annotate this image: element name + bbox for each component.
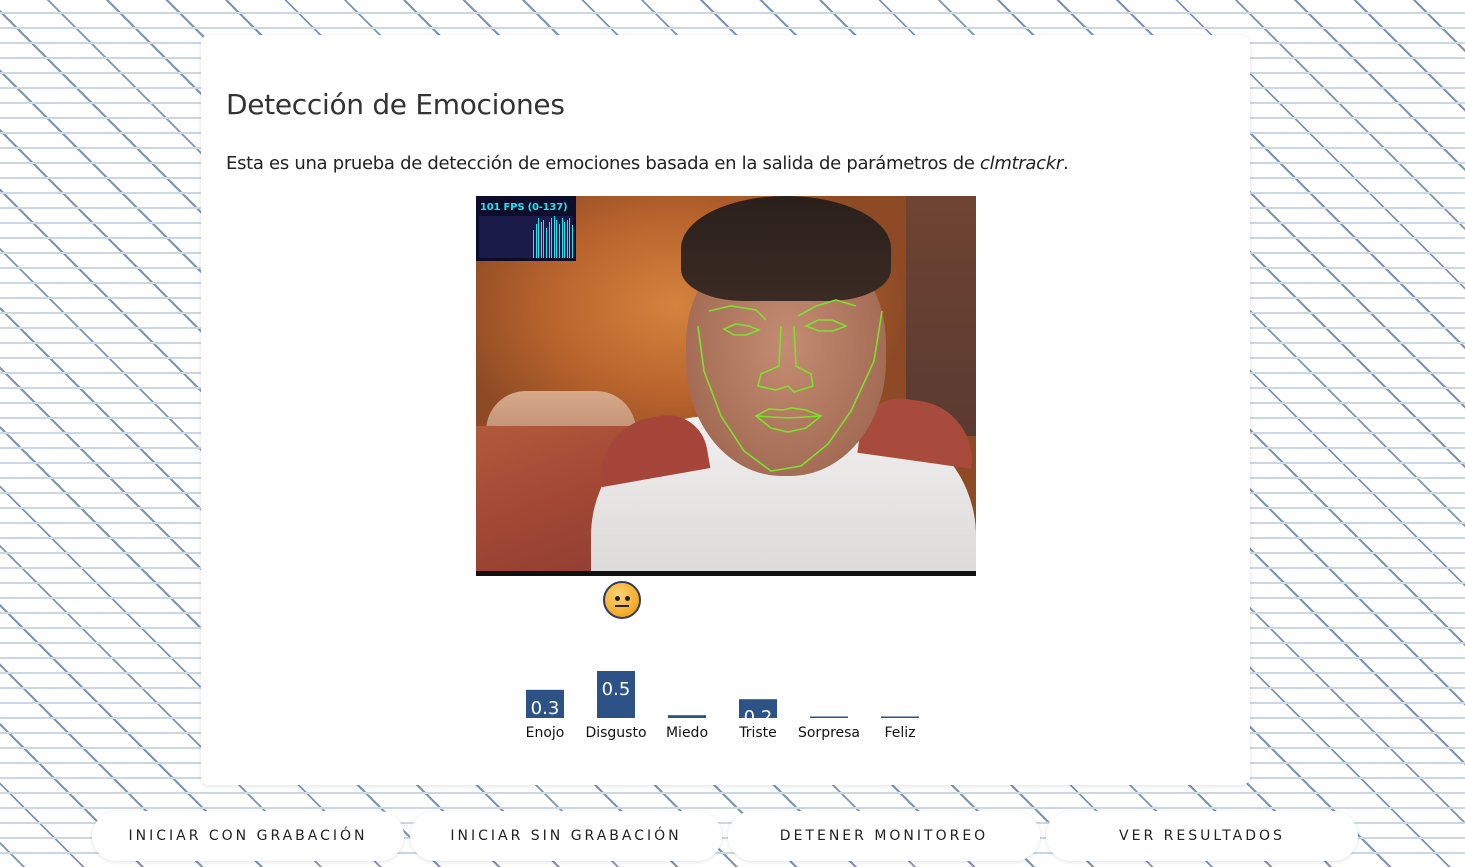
fps-label: 101 FPS (0-137) <box>480 202 568 213</box>
category-label: Enojo <box>526 725 564 741</box>
fps-graph-bar <box>572 225 573 258</box>
webcam-video: 101 FPS (0-137) <box>476 196 976 571</box>
fps-graph-bar <box>564 222 566 258</box>
emoji-mouth <box>615 605 629 607</box>
emoji-left-eye <box>615 596 620 601</box>
fps-graph-bar <box>561 218 563 258</box>
bar-miedo <box>668 715 706 718</box>
start-without-recording-button[interactable]: INICIAR SIN GRABACIÓN <box>410 811 722 861</box>
fps-graph-bar <box>538 218 540 258</box>
emoji-right-eye <box>625 596 630 601</box>
category-label: Feliz <box>884 725 915 741</box>
category-label: Triste <box>738 725 777 741</box>
bar-sorpresa <box>810 716 848 718</box>
fps-graph-bar <box>551 218 553 258</box>
fps-graph-bar <box>569 218 571 258</box>
fps-graph-bar <box>556 220 558 258</box>
bar-feliz <box>881 716 919 718</box>
bar-value-label: 0.3 <box>531 698 560 719</box>
category-label: Disgusto <box>585 725 646 741</box>
fps-graph-bar <box>543 220 545 258</box>
fps-graph-bar <box>535 224 537 258</box>
emotion-bar-chart: 0.3 Enojo 0.5 Disgusto Miedo 0.2 Triste Sorpres… <box>526 657 926 747</box>
neutral-face-icon <box>603 581 641 619</box>
description-library-name: clmtrackr <box>980 153 1063 174</box>
fps-graph-bar <box>546 228 547 258</box>
fps-graph-bar <box>566 220 568 258</box>
emotion-bar-chart-svg: 0.3Enojo0.5Disgusto Miedo0.2Triste Sorpres… <box>526 671 919 741</box>
fps-graph-bar <box>559 224 560 258</box>
fps-graph-bar <box>553 216 555 258</box>
description-text: Esta es una prueba de detección de emoci… <box>226 153 981 174</box>
video-bottom-bar <box>476 571 976 576</box>
stop-monitoring-button[interactable]: DETENER MONITOREO <box>728 811 1040 861</box>
fps-graph-bar <box>540 222 542 258</box>
page-description: Esta es una prueba de detección de emoci… <box>226 153 1069 174</box>
view-results-button[interactable]: VER RESULTADOS <box>1046 811 1358 861</box>
description-end: . <box>1062 153 1069 174</box>
start-with-recording-button[interactable]: INICIAR CON GRABACIÓN <box>92 811 404 861</box>
bar-value-label: 0.5 <box>602 679 631 700</box>
action-buttons: INICIAR CON GRABACIÓN INICIAR SIN GRABAC… <box>0 811 1465 867</box>
fps-graph <box>479 216 573 258</box>
category-label: Sorpresa <box>798 725 860 741</box>
page-title: Detección de Emociones <box>226 88 565 121</box>
fps-graph-bar <box>548 222 550 258</box>
fps-meter: 101 FPS (0-137) <box>476 196 576 261</box>
category-label: Miedo <box>666 725 708 741</box>
fps-graph-bar <box>533 230 534 258</box>
emotion-detection-card: Detección de Emociones Esta es una prueb… <box>201 35 1250 785</box>
